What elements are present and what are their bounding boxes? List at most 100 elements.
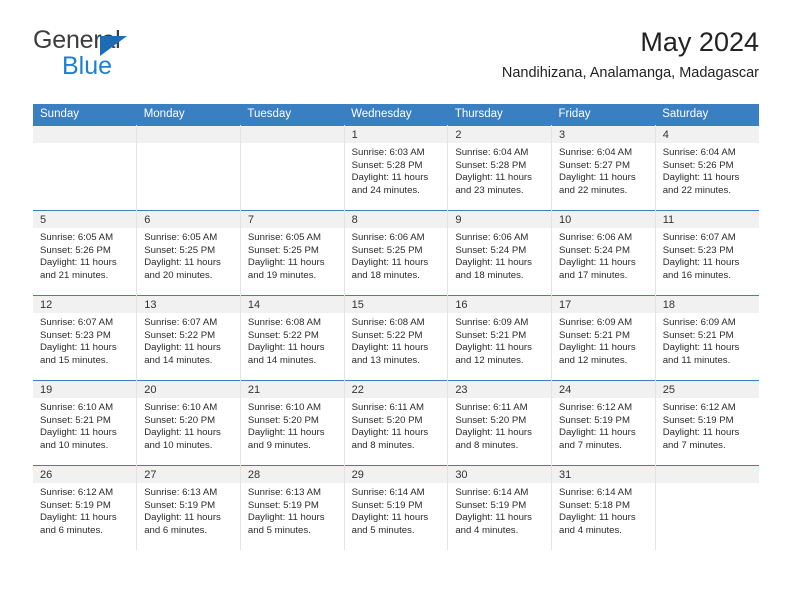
calendar-day-cell[interactable]: 8 Sunrise: 6:06 AM Sunset: 5:25 PM Daylight… [344, 210, 449, 296]
calendar-cell-inner: 12 Sunrise: 6:07 AM Sunset: 5:23 PM Dayligh… [33, 296, 136, 381]
day-details: Sunrise: 6:06 AM Sunset: 5:24 PM Daylight:… [448, 228, 550, 282]
calendar-day-cell[interactable]: 31 Sunrise: 6:14 AM Sunset: 5:18 PM Dayligh… [551, 465, 656, 550]
calendar-cell-inner: 17 Sunrise: 6:09 AM Sunset: 5:21 PM Dayligh… [552, 296, 655, 381]
sunrise-text: Sunrise: 6:10 AM [40, 402, 114, 413]
calendar-day-cell[interactable]: 26 Sunrise: 6:12 AM Sunset: 5:19 PM Dayligh… [33, 465, 138, 550]
day-number: 17 [552, 296, 655, 313]
calendar-cell-inner: 4 Sunrise: 6:04 AM Sunset: 5:26 PM Daylight… [655, 126, 759, 211]
sunset-text: Sunset: 5:23 PM [40, 329, 111, 341]
calendar-week-row: 5 Sunrise: 6:05 AM Sunset: 5:26 PM Daylight… [33, 210, 759, 296]
daylight-text: Daylight: 11 hours and 19 minutes. [247, 257, 325, 281]
calendar-day-cell[interactable]: 16 Sunrise: 6:09 AM Sunset: 5:21 PM Dayligh… [447, 295, 553, 381]
calendar-day-cell[interactable]: 24 Sunrise: 6:12 AM Sunset: 5:19 PM Dayligh… [551, 380, 656, 466]
calendar-day-cell[interactable]: 4 Sunrise: 6:04 AM Sunset: 5:26 PM Daylight… [655, 125, 759, 211]
sunrise-text: Sunrise: 6:06 AM [559, 232, 633, 243]
calendar-cell-inner: 10 Sunrise: 6:06 AM Sunset: 5:24 PM Dayligh… [552, 211, 655, 296]
daylight-text: Daylight: 11 hours and 7 minutes. [662, 427, 740, 451]
calendar-day-cell[interactable]: 7 Sunrise: 6:05 AM Sunset: 5:25 PM Daylight… [240, 210, 345, 296]
calendar-day-cell[interactable]: 21 Sunrise: 6:10 AM Sunset: 5:20 PM Dayligh… [240, 380, 345, 466]
calendar-day-cell[interactable]: 22 Sunrise: 6:11 AM Sunset: 5:20 PM Dayligh… [344, 380, 449, 466]
sunset-text: Sunset: 5:24 PM [455, 244, 527, 256]
daylight-text: Daylight: 11 hours and 8 minutes. [351, 427, 429, 451]
calendar-day-cell[interactable]: 1 Sunrise: 6:03 AM Sunset: 5:28 PM Daylight… [344, 125, 449, 211]
calendar-day-cell[interactable]: 14 Sunrise: 6:08 AM Sunset: 5:22 PM Dayligh… [240, 295, 345, 381]
calendar-day-cell[interactable]: 10 Sunrise: 6:06 AM Sunset: 5:24 PM Dayligh… [551, 210, 656, 296]
day-details: Sunrise: 6:12 AM Sunset: 5:19 PM Daylight:… [33, 483, 136, 537]
daylight-text: Daylight: 11 hours and 7 minutes. [559, 427, 636, 451]
page-title: May 2024 [640, 27, 759, 57]
sunset-text: Sunset: 5:21 PM [455, 329, 527, 341]
day-number: 2 [448, 126, 551, 143]
day-number: 9 [448, 211, 551, 228]
calendar-cell-inner: 1 Sunrise: 6:03 AM Sunset: 5:28 PM Daylight… [344, 126, 447, 211]
day-number: 31 [552, 466, 655, 483]
day-number: 13 [137, 296, 240, 313]
calendar-day-cell[interactable]: 2 Sunrise: 6:04 AM Sunset: 5:28 PM Daylight… [447, 125, 553, 211]
day-details: Sunrise: 6:07 AM Sunset: 5:22 PM Daylight:… [137, 313, 239, 367]
calendar-day-cell[interactable]: 5 Sunrise: 6:05 AM Sunset: 5:26 PM Daylight… [33, 210, 138, 296]
day-details: Sunrise: 6:14 AM Sunset: 5:19 PM Daylight:… [448, 483, 550, 537]
sunrise-text: Sunrise: 6:05 AM [144, 232, 218, 243]
day-number: 8 [344, 211, 447, 228]
daylight-text: Daylight: 11 hours and 10 minutes. [40, 427, 117, 451]
sunrise-text: Sunrise: 6:11 AM [455, 402, 528, 413]
sunrise-text: Sunrise: 6:04 AM [455, 147, 529, 158]
sunset-text: Sunset: 5:26 PM [40, 244, 111, 256]
calendar-cell-inner: 22 Sunrise: 6:11 AM Sunset: 5:20 PM Dayligh… [344, 381, 447, 466]
sunrise-text: Sunrise: 6:06 AM [455, 232, 529, 243]
calendar-day-cell[interactable]: 20 Sunrise: 6:10 AM Sunset: 5:20 PM Dayligh… [136, 380, 241, 466]
calendar-cell-inner: 21 Sunrise: 6:10 AM Sunset: 5:20 PM Dayligh… [240, 381, 344, 466]
calendar-day-cell[interactable]: 30 Sunrise: 6:14 AM Sunset: 5:19 PM Dayligh… [447, 465, 553, 550]
day-details: Sunrise: 6:10 AM Sunset: 5:21 PM Daylight:… [33, 398, 136, 452]
calendar-day-cell[interactable]: 12 Sunrise: 6:07 AM Sunset: 5:23 PM Dayligh… [33, 295, 138, 381]
calendar-cell-empty [33, 125, 138, 211]
sunset-text: Sunset: 5:25 PM [351, 244, 423, 256]
calendar-day-cell[interactable]: 13 Sunrise: 6:07 AM Sunset: 5:22 PM Dayligh… [136, 295, 241, 381]
calendar-cell-inner [240, 126, 344, 211]
calendar-day-cell[interactable]: 27 Sunrise: 6:13 AM Sunset: 5:19 PM Dayligh… [136, 465, 241, 550]
daylight-text: Daylight: 11 hours and 12 minutes. [559, 342, 636, 366]
calendar-day-cell[interactable]: 28 Sunrise: 6:13 AM Sunset: 5:19 PM Dayligh… [240, 465, 345, 550]
sunrise-text: Sunrise: 6:07 AM [662, 232, 736, 243]
daylight-text: Daylight: 11 hours and 24 minutes. [351, 172, 429, 196]
sunrise-text: Sunrise: 6:14 AM [559, 487, 633, 498]
calendar-page: General Blue May 2024 Nandihizana, Anala… [0, 0, 792, 612]
daylight-text: Daylight: 11 hours and 4 minutes. [559, 512, 636, 536]
calendar-cell-inner: 20 Sunrise: 6:10 AM Sunset: 5:20 PM Dayligh… [137, 381, 240, 466]
calendar-cell-inner: 31 Sunrise: 6:14 AM Sunset: 5:18 PM Dayligh… [552, 466, 655, 550]
calendar-day-cell[interactable]: 15 Sunrise: 6:08 AM Sunset: 5:22 PM Dayligh… [344, 295, 449, 381]
day-number: 18 [655, 296, 759, 313]
sunrise-text: Sunrise: 6:07 AM [40, 317, 114, 328]
weekday-header-thursday: Thursday [447, 104, 552, 126]
calendar-day-cell[interactable]: 18 Sunrise: 6:09 AM Sunset: 5:21 PM Dayligh… [655, 295, 759, 381]
calendar-week-row: 19 Sunrise: 6:10 AM Sunset: 5:21 PM Dayligh… [33, 380, 759, 466]
day-details: Sunrise: 6:14 AM Sunset: 5:19 PM Daylight:… [345, 483, 447, 537]
day-number: 10 [552, 211, 655, 228]
calendar-day-cell[interactable]: 3 Sunrise: 6:04 AM Sunset: 5:27 PM Daylight… [551, 125, 656, 211]
calendar-day-cell[interactable]: 17 Sunrise: 6:09 AM Sunset: 5:21 PM Dayligh… [551, 295, 656, 381]
day-details: Sunrise: 6:05 AM Sunset: 5:26 PM Daylight:… [33, 228, 136, 282]
sunset-text: Sunset: 5:20 PM [455, 414, 527, 426]
sunset-text: Sunset: 5:27 PM [559, 159, 630, 171]
calendar-day-cell[interactable]: 6 Sunrise: 6:05 AM Sunset: 5:25 PM Daylight… [136, 210, 241, 296]
calendar-cell-inner: 2 Sunrise: 6:04 AM Sunset: 5:28 PM Daylight… [448, 126, 551, 211]
day-details: Sunrise: 6:09 AM Sunset: 5:21 PM Daylight:… [656, 313, 759, 367]
calendar-day-cell[interactable]: 11 Sunrise: 6:07 AM Sunset: 5:23 PM Dayligh… [655, 210, 759, 296]
sunrise-text: Sunrise: 6:04 AM [662, 147, 736, 158]
sunset-text: Sunset: 5:21 PM [662, 329, 734, 341]
calendar-day-cell[interactable]: 19 Sunrise: 6:10 AM Sunset: 5:21 PM Dayligh… [33, 380, 138, 466]
calendar-cell-inner: 26 Sunrise: 6:12 AM Sunset: 5:19 PM Dayligh… [33, 466, 136, 550]
sunrise-text: Sunrise: 6:13 AM [144, 487, 218, 498]
calendar-cell-inner [137, 126, 240, 211]
sunset-text: Sunset: 5:25 PM [144, 244, 216, 256]
calendar-day-cell[interactable]: 25 Sunrise: 6:12 AM Sunset: 5:19 PM Dayligh… [655, 380, 759, 466]
calendar-day-cell[interactable]: 29 Sunrise: 6:14 AM Sunset: 5:19 PM Dayligh… [344, 465, 449, 550]
general-blue-logo: General Blue [33, 26, 233, 86]
calendar-week-row: 26 Sunrise: 6:12 AM Sunset: 5:19 PM Dayligh… [33, 465, 759, 550]
calendar-cell-inner: 6 Sunrise: 6:05 AM Sunset: 5:25 PM Daylight… [137, 211, 240, 296]
day-number: 22 [344, 381, 447, 398]
calendar-day-cell[interactable]: 9 Sunrise: 6:06 AM Sunset: 5:24 PM Daylight… [447, 210, 553, 296]
calendar-day-cell[interactable]: 23 Sunrise: 6:11 AM Sunset: 5:20 PM Dayligh… [447, 380, 553, 466]
calendar-header-row: Sunday Monday Tuesday Wednesday Thursday… [33, 104, 759, 126]
sunset-text: Sunset: 5:22 PM [351, 329, 423, 341]
